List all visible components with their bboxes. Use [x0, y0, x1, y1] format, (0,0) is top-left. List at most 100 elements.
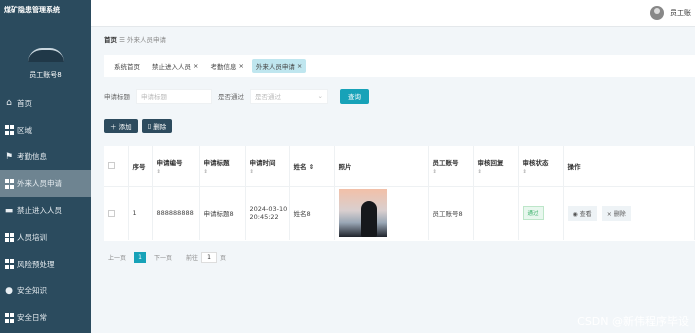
- breadcrumb-separator-icon: ☰: [119, 36, 125, 44]
- col-header[interactable]: 申请标题 ⇕: [199, 146, 246, 187]
- sidebar-item-banned-persons[interactable]: ▬ 禁止进入人员: [0, 197, 91, 224]
- sort-icon[interactable]: ⇕: [250, 169, 288, 175]
- sidebar-item-label: 外来人员申请: [17, 179, 62, 189]
- plus-icon: ＋: [110, 123, 117, 131]
- sidebar-user: 员工账号8: [0, 48, 91, 80]
- sidebar-item-risk[interactable]: 风险预处理: [0, 251, 91, 278]
- sort-icon[interactable]: ⇕: [157, 169, 198, 175]
- trash-icon: ▯: [147, 122, 152, 130]
- cell-actions: ◉ 查看 × 删除: [563, 186, 695, 240]
- cell-code: 888888888: [152, 186, 200, 240]
- sidebar-menu: ⌂ 首页 区域 ⚑ 考勤信息 外来人员申请 ▬ 禁止进入人员 人员培训 风险预处…: [0, 90, 91, 331]
- prev-page-button[interactable]: 上一页: [104, 253, 130, 263]
- chevron-down-icon: ⌄: [317, 92, 323, 100]
- breadcrumb: 首页 ☰ 外来人员申请: [104, 34, 166, 44]
- audit-filter-select[interactable]: 是否通过 ⌄: [250, 88, 328, 104]
- user-menu[interactable]: 员工账: [650, 6, 691, 20]
- select-all-checkbox[interactable]: [108, 162, 115, 170]
- col-header: 照片: [334, 146, 429, 187]
- tag-label: 考勤信息: [210, 63, 237, 71]
- goto-page-input[interactable]: 1: [201, 252, 218, 263]
- breadcrumb-current: 外来人员申请: [126, 36, 166, 44]
- sidebar-item-label: 安全日常: [17, 313, 47, 323]
- col-header[interactable]: 审核回复 ⇕: [473, 146, 519, 187]
- col-header[interactable]: 申请编号 ⇕: [152, 146, 200, 187]
- data-table: 序号 申请编号 ⇕ 申请标题 ⇕ 申请时间 ⇕ 姓名 ⇕ 照片 员工账号 ⇕ 审核回复 ⇕…: [104, 146, 695, 241]
- grid-icon: [4, 259, 14, 269]
- audit-filter-label: 是否通过: [218, 93, 244, 101]
- cell-photo: [334, 186, 429, 240]
- col-header[interactable]: 员工账号 ⇕: [428, 146, 474, 187]
- sidebar-item-label: 首页: [17, 98, 32, 108]
- home-icon: ⌂: [6, 98, 12, 109]
- sort-icon[interactable]: ⇕: [204, 169, 244, 175]
- sidebar-item-safety-knowledge[interactable]: ● 安全知识: [0, 278, 91, 305]
- cell-name: 姓名8: [289, 186, 335, 240]
- close-icon[interactable]: ×: [297, 62, 302, 70]
- tag-visitor-application[interactable]: 外来人员申请 ×: [251, 59, 307, 73]
- view-button[interactable]: ◉ 查看: [567, 205, 597, 221]
- add-button[interactable]: ＋ 添加: [104, 119, 138, 133]
- col-header[interactable]: 申请时间 ⇕: [245, 146, 290, 187]
- close-icon: ×: [606, 210, 612, 218]
- col-header: 序号: [128, 146, 153, 187]
- grid-icon: [4, 125, 14, 135]
- title-filter-input[interactable]: 申请标题: [136, 88, 212, 104]
- close-icon[interactable]: ×: [193, 62, 198, 70]
- sort-icon[interactable]: ⇕: [433, 169, 472, 175]
- sidebar-item-label: 人员培训: [17, 232, 47, 242]
- sort-icon[interactable]: ⇕: [309, 163, 314, 171]
- delete-label: 删除: [153, 123, 167, 131]
- col-header[interactable]: 姓名 ⇕: [289, 146, 335, 187]
- add-label: 添加: [118, 123, 132, 131]
- sidebar-item-training[interactable]: 人员培训: [0, 224, 91, 251]
- watermark: CSDN @新伟程序毕设: [577, 315, 689, 328]
- col-header: 操作: [563, 146, 695, 187]
- close-icon[interactable]: ×: [238, 62, 243, 70]
- cell-status: 通过: [518, 186, 564, 240]
- page-number-current[interactable]: 1: [134, 252, 147, 263]
- tag-label: 系统首页: [114, 63, 140, 71]
- tag-home[interactable]: 系统首页: [110, 59, 144, 73]
- row-select-cell[interactable]: [104, 186, 129, 240]
- search-button[interactable]: 查询: [340, 88, 369, 104]
- pagination: 上一页 1 下一页 前往 1 页: [104, 252, 226, 263]
- sidebar-item-label: 考勤信息: [17, 152, 47, 162]
- app-title: 煤矿隐患管理系统: [4, 6, 60, 14]
- cell-reply: [473, 186, 519, 240]
- next-page-button[interactable]: 下一页: [150, 253, 176, 263]
- sort-icon[interactable]: ⇕: [478, 169, 517, 175]
- sidebar-item-attendance[interactable]: ⚑ 考勤信息: [0, 144, 91, 171]
- tag-label: 外来人员申请: [255, 63, 295, 71]
- avatar: [27, 48, 64, 62]
- sidebar-item-visitor-application[interactable]: 外来人员申请: [0, 170, 91, 198]
- eye-icon: ◉: [572, 210, 578, 218]
- tag-banned-persons[interactable]: 禁止进入人员 ×: [148, 59, 202, 73]
- cell-title: 申请标题8: [199, 186, 246, 240]
- grid-icon: [4, 179, 14, 189]
- photo-thumbnail[interactable]: [338, 189, 387, 238]
- cell-index: 1: [128, 186, 153, 240]
- tag-attendance[interactable]: 考勤信息 ×: [206, 59, 247, 73]
- table-row: 1 888888888 申请标题8 2024-03-10 20:45:22 姓名8…: [104, 186, 695, 240]
- breadcrumb-home[interactable]: 首页: [104, 36, 117, 44]
- sidebar-item-safety-daily[interactable]: 安全日常: [0, 304, 91, 331]
- grid-icon: [4, 232, 14, 243]
- sort-icon[interactable]: ⇕: [523, 169, 562, 175]
- flag-icon: ⚑: [4, 151, 14, 162]
- col-header[interactable]: 审核状态 ⇕: [518, 146, 564, 187]
- select-all-cell[interactable]: [104, 146, 129, 187]
- title-filter-label: 申请标题: [104, 93, 130, 101]
- tag-label: 禁止进入人员: [152, 63, 191, 71]
- sidebar-item-home[interactable]: ⌂ 首页: [0, 90, 91, 117]
- row-delete-button[interactable]: × 删除: [601, 205, 631, 221]
- grid-icon: [4, 313, 14, 323]
- status-badge: 通过: [522, 206, 544, 221]
- audit-filter-placeholder: 是否通过: [255, 93, 281, 101]
- delete-button[interactable]: ▯ 删除: [141, 119, 173, 133]
- goto-suffix: 页: [220, 255, 227, 262]
- sidebar-item-area[interactable]: 区域: [0, 117, 91, 144]
- search-bar: 申请标题 申请标题 是否通过 是否通过 ⌄ 查询: [104, 87, 369, 105]
- tags-bar: 系统首页 禁止进入人员 × 考勤信息 × 外来人员申请 ×: [104, 55, 695, 77]
- row-checkbox[interactable]: [108, 209, 115, 217]
